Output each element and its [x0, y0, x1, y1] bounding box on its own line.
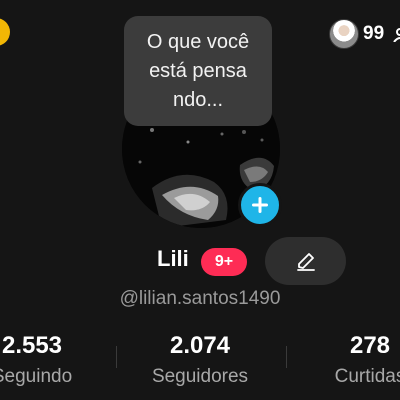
thought-bubble[interactable]: O que você está pensa ndo... [124, 16, 272, 126]
profile-screen: 99 O que você está pensa ndo... Lili 9+ … [0, 0, 400, 400]
add-friend-icon[interactable] [392, 28, 400, 43]
followers-label: Seguidores [151, 366, 249, 387]
add-photo-button[interactable] [238, 183, 282, 227]
friends-indicator[interactable]: 99 [329, 19, 384, 49]
coin-icon[interactable] [0, 18, 10, 46]
edit-profile-button[interactable] [265, 237, 346, 285]
followers-stat[interactable]: 2.074 Seguidores [130, 332, 270, 392]
followers-count: 2.074 [169, 332, 231, 359]
thought-bubble-line: está pensa [149, 60, 247, 82]
likes-stat[interactable]: 278 Curtidas [300, 332, 400, 392]
stat-divider [116, 346, 117, 368]
pencil-icon [296, 253, 315, 271]
following-stat[interactable]: 2.553 Seguindo [0, 332, 102, 392]
friend-avatar [329, 19, 359, 49]
likes-count: 278 [349, 332, 391, 359]
stat-divider [286, 346, 287, 368]
profile-name: Lili [157, 246, 189, 271]
friend-count: 99 [363, 23, 385, 44]
thought-bubble-line: O que você [146, 31, 250, 53]
likes-label: Curtidas [334, 366, 400, 387]
plus-icon [252, 197, 268, 213]
following-label: Seguindo [0, 366, 73, 387]
thought-bubble-line: ndo... [172, 89, 224, 111]
following-count: 2.553 [1, 332, 63, 359]
notification-badge[interactable]: 9+ [201, 248, 247, 276]
username-handle[interactable]: @lilian.santos1490 [0, 288, 400, 310]
